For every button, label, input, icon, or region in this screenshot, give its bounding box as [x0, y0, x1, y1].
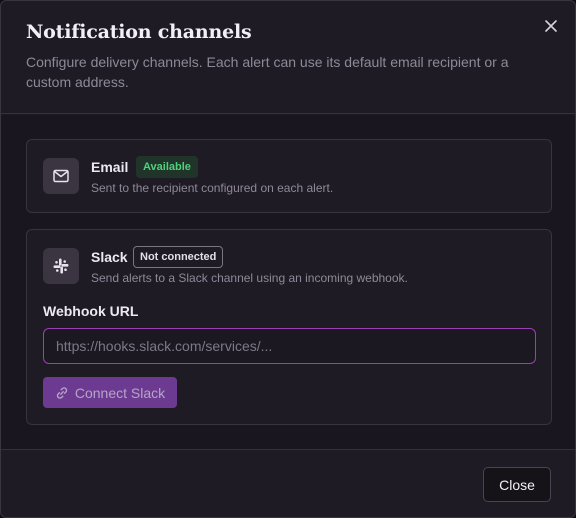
- email-channel-card: Email Available Sent to the recipient co…: [26, 139, 552, 213]
- close-button[interactable]: Close: [483, 467, 551, 502]
- dialog-footer: Close: [1, 449, 575, 517]
- link-icon: [55, 386, 69, 400]
- status-badge-available: Available: [136, 156, 198, 178]
- slack-channel-name: Slack: [91, 249, 128, 265]
- notification-channels-dialog: Notification channels Configure delivery…: [0, 0, 576, 518]
- slack-icon: [43, 248, 79, 284]
- dialog-title: Notification channels: [26, 21, 252, 43]
- dialog-header: Notification channels Configure delivery…: [1, 1, 575, 114]
- dialog-body: Email Available Sent to the recipient co…: [1, 115, 575, 449]
- dialog-subtitle: Configure delivery channels. Each alert …: [26, 54, 509, 90]
- email-channel-description: Sent to the recipient configured on each…: [91, 181, 334, 195]
- slack-channel-description: Send alerts to a Slack channel using an …: [91, 271, 408, 285]
- close-icon[interactable]: [541, 16, 561, 36]
- mail-icon: [43, 158, 79, 194]
- connect-slack-button[interactable]: Connect Slack: [43, 377, 177, 408]
- status-badge-not-connected: Not connected: [133, 246, 224, 268]
- email-channel-name: Email: [91, 159, 129, 175]
- webhook-url-label: Webhook URL: [43, 303, 139, 319]
- webhook-url-input[interactable]: [43, 328, 536, 364]
- slack-channel-card: Slack Not connected Send alerts to a Sla…: [26, 229, 552, 425]
- connect-slack-label: Connect Slack: [74, 384, 166, 401]
